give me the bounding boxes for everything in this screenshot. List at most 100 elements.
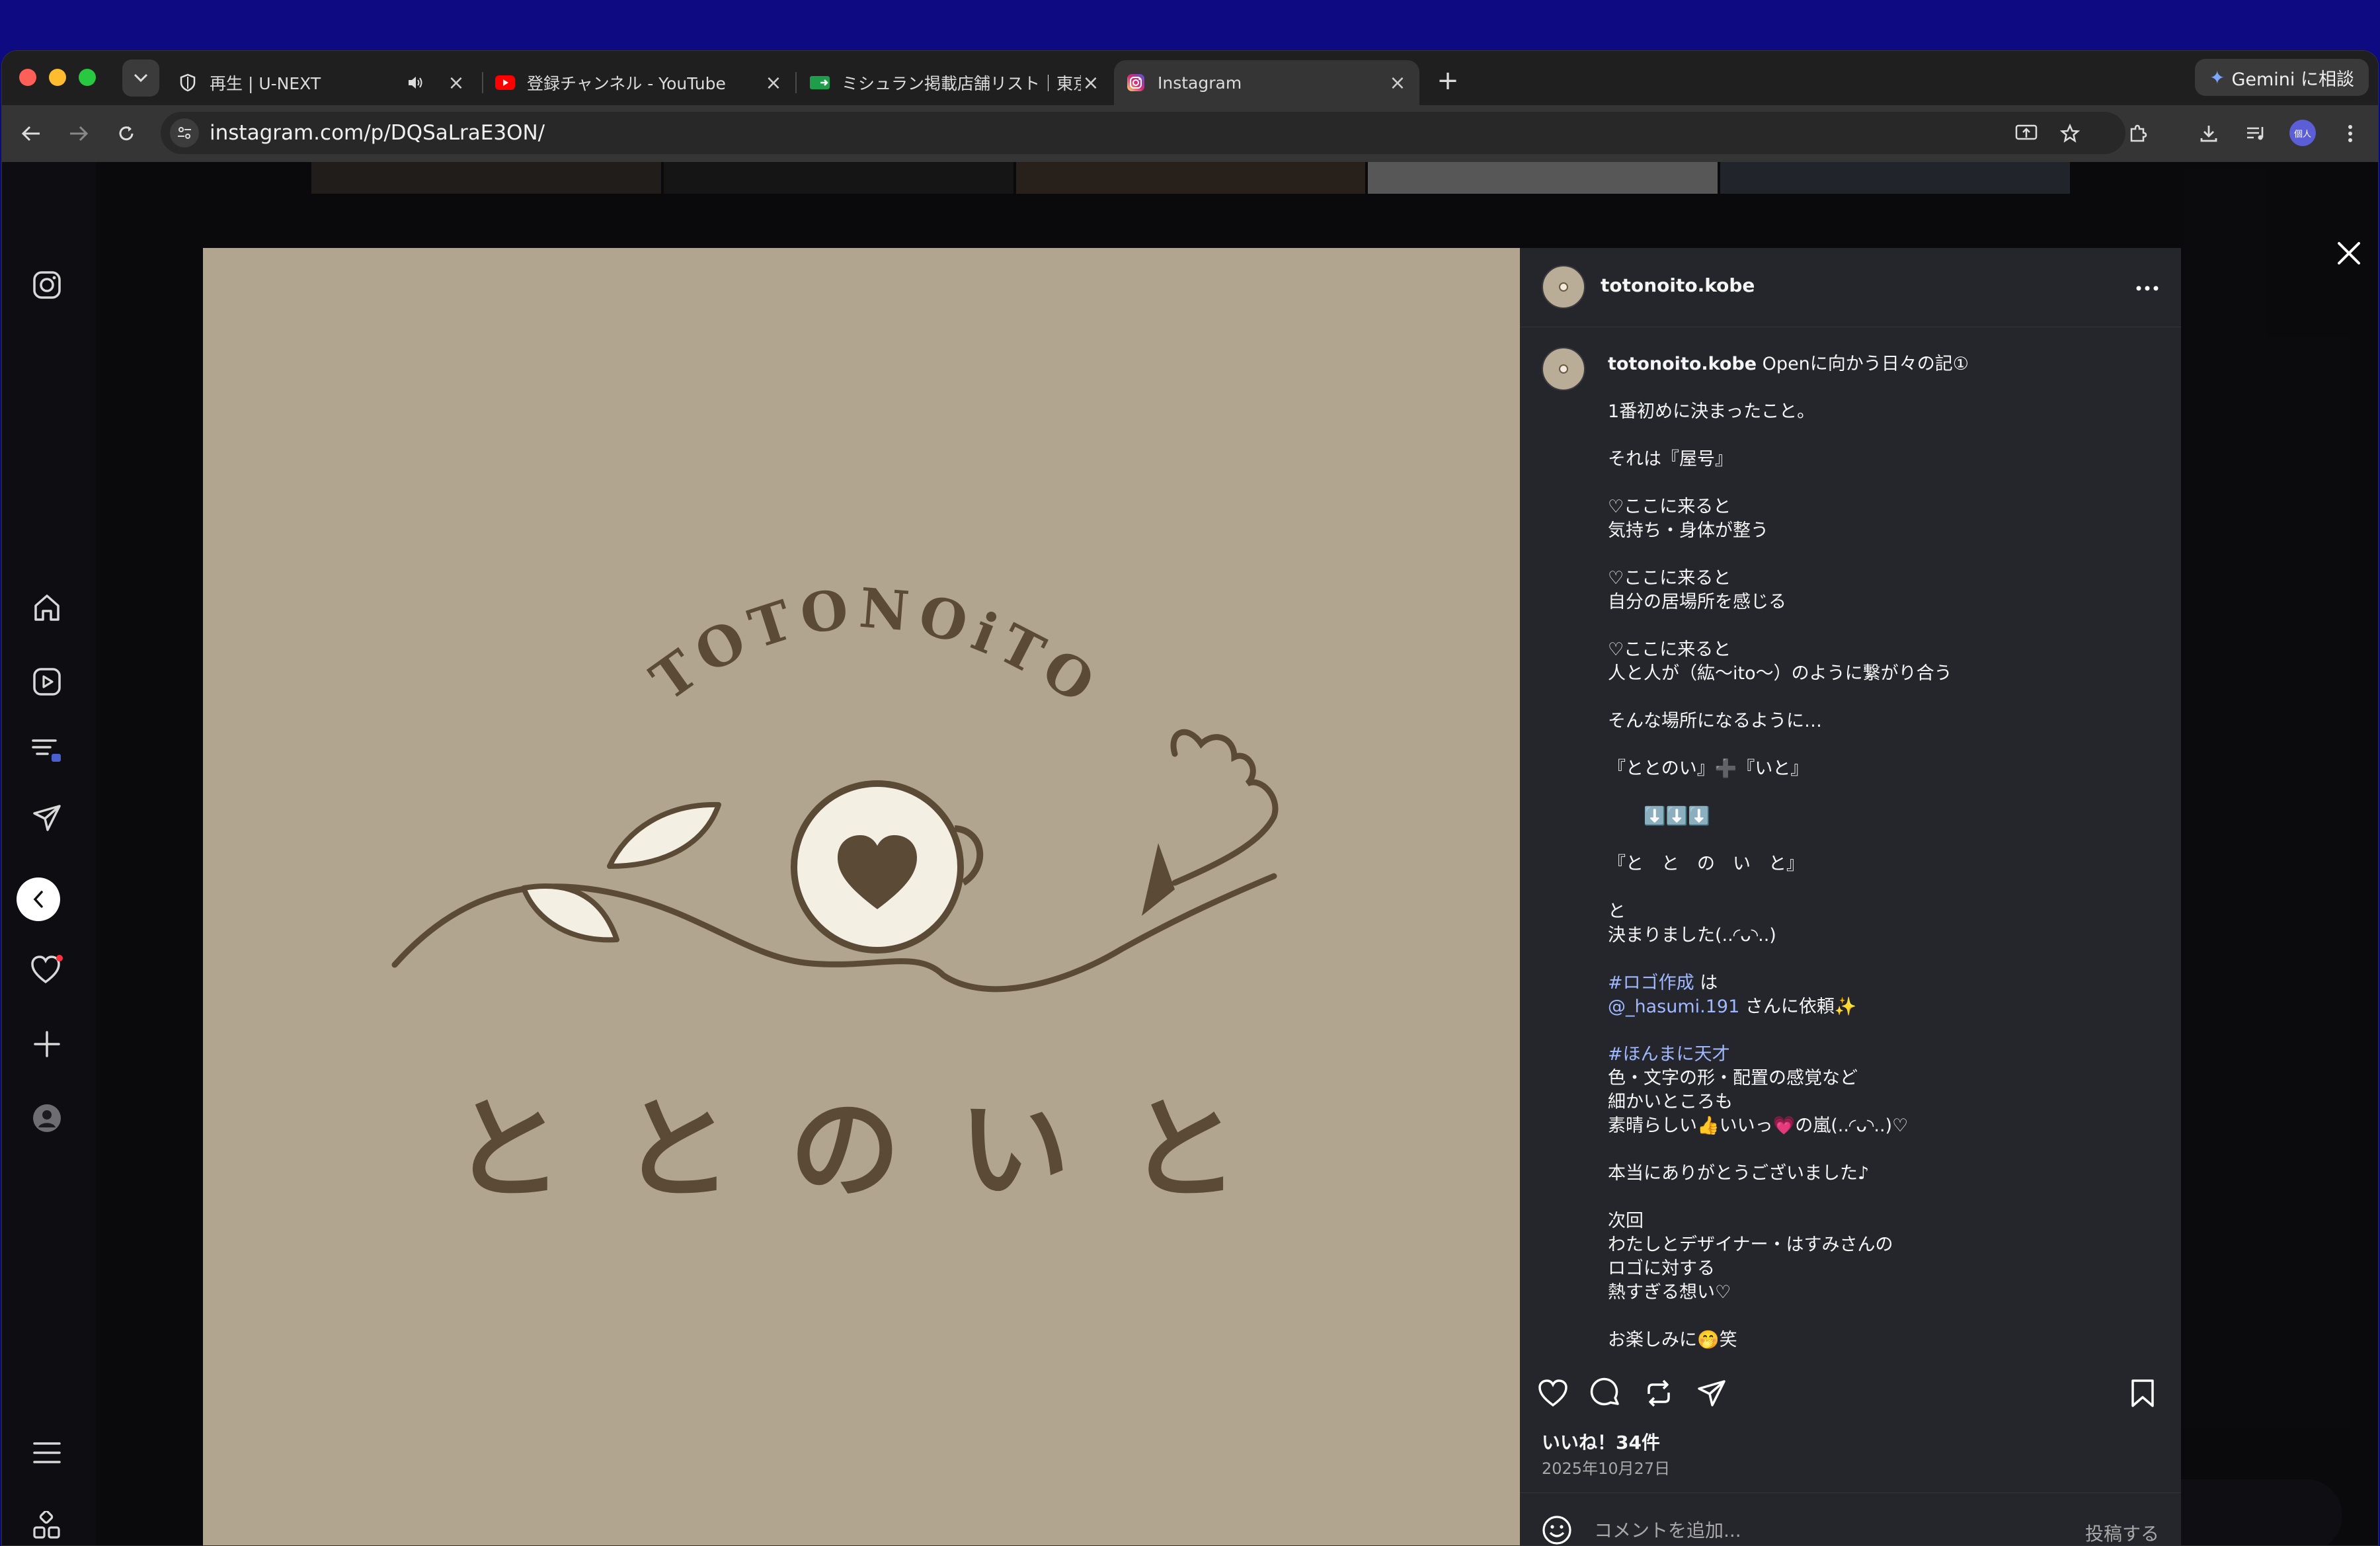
caption-title: Openに向かう日々の記① — [1762, 354, 1969, 374]
tab-instagram[interactable]: Instagram × — [1114, 60, 1419, 105]
media-controls-button[interactable] — [2242, 119, 2271, 148]
caption-username[interactable]: totonoito.kobe — [1608, 354, 1757, 374]
download-icon — [2199, 124, 2219, 143]
tab-michelin-sheet[interactable]: ミシュラン掲載店舗リスト｜東京 × — [798, 60, 1113, 105]
caption-line: 『と と の い と』 — [1608, 854, 1804, 874]
close-tab-icon[interactable]: × — [764, 71, 783, 95]
caption-line: さんに依頼✨ — [1739, 997, 1857, 1017]
forward-button[interactable] — [64, 119, 93, 148]
caption-line: そんな場所になるように… — [1608, 711, 1822, 731]
author-avatar[interactable] — [1542, 265, 1585, 309]
logo-leaf — [607, 801, 721, 869]
share-button[interactable] — [1692, 1373, 1731, 1413]
speaker-icon[interactable] — [407, 75, 424, 91]
caption-line: 1番初めに決まったこと。 — [1608, 401, 1815, 422]
youtube-icon — [495, 73, 515, 93]
caption-text: totonoito.kobe Openに向かう日々の記① 1番初めに決まったこと… — [1608, 352, 2150, 1352]
avatar-logo-mark — [1559, 364, 1568, 374]
sidebar-item-notifications[interactable] — [28, 952, 65, 989]
tab-unext[interactable]: 再生 | U-NEXT × — [166, 60, 478, 105]
sidebar-item-feed-filter[interactable] — [28, 732, 65, 769]
gemini-button[interactable]: ✦ Gemini に相談 — [2194, 59, 2369, 96]
caption-line: ⬇️⬇️⬇️ — [1608, 806, 1710, 827]
close-window-button[interactable] — [19, 69, 36, 86]
author-username[interactable]: totonoito.kobe — [1601, 274, 1755, 296]
extensions-button[interactable] — [2123, 119, 2152, 148]
caption-line: 『ととのい』➕『いと』 — [1608, 758, 1809, 779]
close-tab-icon[interactable]: × — [446, 71, 466, 95]
repost-icon — [1644, 1378, 1674, 1408]
maximize-window-button[interactable] — [79, 69, 96, 86]
sidebar-item-home[interactable] — [28, 589, 65, 626]
chevron-down-icon — [134, 73, 148, 83]
logo-arc-textpath: TOTONOiTO — [640, 577, 1104, 720]
bookmark-icon — [2130, 1379, 2155, 1408]
like-count[interactable]: いいね！34件 — [1542, 1428, 1660, 1455]
caption-line: それは『屋号』 — [1608, 449, 1733, 469]
instagram-icon — [1126, 73, 1146, 93]
puzzle-icon — [2127, 124, 2147, 143]
site-settings-icon[interactable] — [170, 118, 199, 147]
sidebar-item-also-from-meta[interactable] — [28, 1507, 65, 1544]
logo-arc-text: TOTONOiTO — [640, 577, 1112, 720]
browser-menu-button[interactable] — [2336, 119, 2365, 148]
sidebar-item-reels[interactable] — [28, 663, 65, 700]
sidebar-item-more[interactable] — [28, 1434, 65, 1471]
instagram-logo-icon — [32, 270, 61, 300]
sidebar-item-profile[interactable] — [28, 1100, 65, 1137]
smiley-icon — [1541, 1514, 1573, 1545]
caption-line: は — [1694, 973, 1718, 993]
hashtag-link[interactable]: #ロゴ作成 — [1608, 973, 1694, 993]
caption-line: 色・文字の形・配置の感覚など 細かいところも 素晴らしい👍いいっ💗の嵐(..◜ᴗ… — [1608, 1068, 1909, 1136]
close-post-button[interactable] — [2329, 233, 2369, 273]
profile-avatar[interactable]: 個人 — [2289, 120, 2316, 146]
tab-youtube[interactable]: 登録チャンネル - YouTube × — [483, 60, 795, 105]
caption-line: ♡ここに来ると 自分の居場所を感じる — [1608, 568, 1786, 612]
save-button[interactable] — [2123, 1373, 2162, 1413]
address-bar[interactable]: instagram.com/p/DQSaLraE3ON/ — [161, 112, 2125, 154]
hamburger-menu-icon — [32, 1441, 61, 1465]
reload-button[interactable] — [112, 119, 141, 148]
new-tab-button[interactable]: + — [1431, 64, 1464, 97]
sidebar-item-create[interactable] — [28, 1026, 65, 1063]
profile-avatar-icon — [32, 1103, 62, 1133]
url-text: instagram.com/p/DQSaLraE3ON/ — [210, 121, 545, 145]
post-comment-button[interactable]: 投稿する — [2085, 1520, 2159, 1545]
logo-steam — [1170, 729, 1279, 886]
close-tab-icon[interactable]: × — [1388, 71, 1408, 95]
apps-grid-icon — [32, 1511, 61, 1540]
emoji-button[interactable] — [1540, 1513, 1574, 1545]
caption-area[interactable]: totonoito.kobe Openに向かう日々の記① 1番初めに決まったこと… — [1520, 327, 2181, 1438]
repost-button[interactable] — [1639, 1373, 1679, 1413]
avatar-logo-mark — [1559, 282, 1568, 292]
comment-input[interactable] — [1594, 1512, 2057, 1545]
instagram-logo-link[interactable] — [28, 266, 65, 304]
collapse-sidebar-button[interactable] — [17, 877, 60, 921]
downloads-button[interactable] — [2194, 119, 2223, 148]
tab-separator — [795, 72, 797, 93]
mention-link[interactable]: @_hasumi.191 — [1608, 997, 1739, 1017]
like-button[interactable] — [1533, 1373, 1573, 1413]
comment-button[interactable] — [1586, 1373, 1626, 1413]
caption-line: と 決まりました(..◜ᴗ◝..) — [1608, 901, 1776, 946]
bookmark-star-button[interactable] — [2055, 119, 2084, 148]
cast-button[interactable] — [2012, 119, 2041, 148]
post-options-button[interactable] — [2131, 272, 2164, 305]
comment-composer: 投稿する — [1520, 1492, 2181, 1545]
sparkle-icon: ✦ — [2209, 66, 2225, 89]
caption-author-avatar[interactable] — [1542, 347, 1585, 391]
tab-search-button[interactable] — [122, 60, 159, 97]
logo-teapot-spout — [1142, 843, 1175, 916]
home-icon — [32, 592, 62, 623]
sidebar-item-messages[interactable] — [28, 799, 65, 836]
chevron-left-icon — [32, 890, 44, 909]
post-date: 2025年10月27日 — [1542, 1459, 1671, 1478]
reels-icon — [32, 667, 62, 697]
minimize-window-button[interactable] — [49, 69, 66, 86]
back-button[interactable] — [17, 119, 46, 148]
star-icon — [2060, 124, 2080, 143]
close-icon — [2336, 240, 2362, 266]
close-tab-icon[interactable]: × — [1081, 71, 1101, 95]
post-image: TOTONOiTO ととのいと — [203, 248, 1520, 1545]
hashtag-link[interactable]: #ほんまに天才 — [1608, 1044, 1730, 1065]
